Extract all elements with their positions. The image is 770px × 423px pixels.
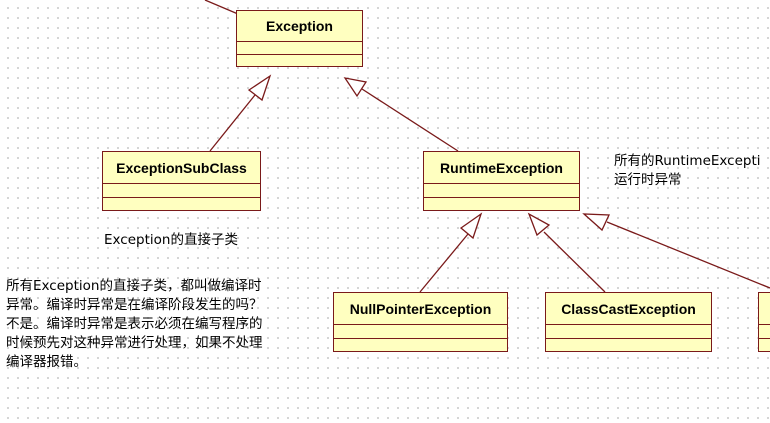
class-name [759, 293, 770, 325]
class-attributes [546, 325, 711, 339]
class-name: NullPointerException [334, 293, 507, 325]
class-operations [237, 55, 362, 67]
inheritance-arrowhead-icon [582, 213, 611, 232]
class-exception[interactable]: Exception [236, 10, 363, 67]
note-runtime-line2: 运行时异常 [614, 172, 682, 188]
class-attributes [334, 325, 507, 339]
class-name: ClassCastException [546, 293, 711, 325]
class-operations [424, 198, 579, 211]
class-name: Exception [237, 11, 362, 42]
class-operations [759, 339, 770, 352]
edge-exceptionsubclass-to-exception [209, 94, 256, 152]
edge-classcast-to-runtime [543, 231, 606, 293]
class-classcastexception[interactable]: ClassCastException [545, 292, 712, 352]
class-name: ExceptionSubClass [103, 152, 260, 184]
note-checked-exception: 所有Exception的直接子类，都叫做编译时异常。编译时异常是在编译阶段发生的… [6, 278, 263, 370]
class-operations [334, 339, 507, 352]
class-attributes [424, 184, 579, 198]
class-attributes [759, 325, 770, 339]
inheritance-arrowhead-icon [343, 77, 368, 98]
class-name: RuntimeException [424, 152, 579, 184]
class-operations [103, 198, 260, 211]
inheritance-arrowhead-icon [527, 212, 551, 237]
edge-runtimeexception-to-exception [361, 88, 459, 152]
class-operations [546, 339, 711, 352]
inheritance-edge-from-offscreen [204, 0, 239, 15]
class-exceptionsubclass[interactable]: ExceptionSubClass [102, 151, 261, 211]
class-runtimeexception[interactable]: RuntimeException [423, 151, 580, 211]
note-direct-subclass: Exception的直接子类 [104, 232, 238, 248]
inheritance-arrowhead-icon [247, 74, 272, 102]
edge-offscreen-class-to-runtime [606, 221, 770, 289]
note-runtime-exception: 所有的RuntimeExcepti 运行时异常 [614, 152, 770, 190]
edge-nullpointer-to-runtime [419, 233, 469, 293]
class-attributes [237, 42, 362, 55]
class-nullpointerexception[interactable]: NullPointerException [333, 292, 508, 352]
note-runtime-line1: 所有的RuntimeExcepti [614, 153, 761, 169]
inheritance-arrowhead-icon [459, 212, 483, 240]
class-attributes [103, 184, 260, 198]
class-partial-offscreen[interactable] [758, 292, 770, 352]
